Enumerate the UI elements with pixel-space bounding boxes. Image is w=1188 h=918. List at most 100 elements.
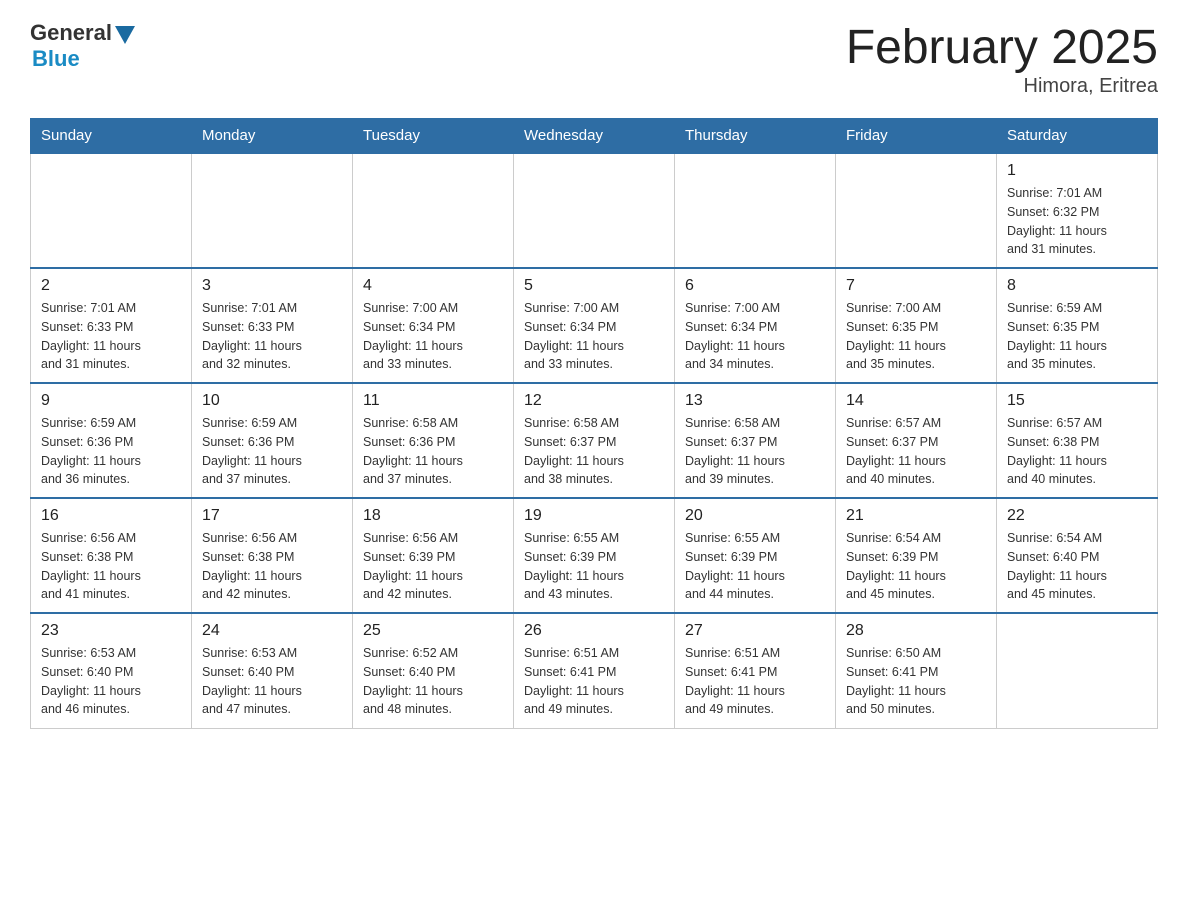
day-number: 21 [846,507,986,525]
day-info: Sunrise: 6:56 AM Sunset: 6:39 PM Dayligh… [363,529,503,604]
day-number: 28 [846,622,986,640]
calendar-cell [192,153,353,268]
week-row-1: 1 Sunrise: 7:01 AM Sunset: 6:32 PM Daylig… [31,153,1158,268]
day-number: 26 [524,622,664,640]
logo: General Blue [30,20,135,72]
day-info: Sunrise: 6:59 AM Sunset: 6:36 PM Dayligh… [41,414,181,489]
day-info: Sunrise: 6:56 AM Sunset: 6:38 PM Dayligh… [202,529,342,604]
month-title: February 2025 [846,20,1158,75]
calendar-cell: 23Sunrise: 6:53 AM Sunset: 6:40 PM Dayli… [31,613,192,728]
day-info: Sunrise: 6:56 AM Sunset: 6:38 PM Dayligh… [41,529,181,604]
day-info: Sunrise: 6:55 AM Sunset: 6:39 PM Dayligh… [524,529,664,604]
day-number: 16 [41,507,181,525]
day-number: 19 [524,507,664,525]
day-info: Sunrise: 7:01 AM Sunset: 6:33 PM Dayligh… [202,299,342,374]
day-info: Sunrise: 7:00 AM Sunset: 6:34 PM Dayligh… [524,299,664,374]
day-info: Sunrise: 7:01 AM Sunset: 6:33 PM Dayligh… [41,299,181,374]
day-info: Sunrise: 6:51 AM Sunset: 6:41 PM Dayligh… [685,644,825,719]
calendar-cell: 1 Sunrise: 7:01 AM Sunset: 6:32 PM Daylig… [997,153,1158,268]
day-number: 11 [363,392,503,410]
calendar-cell: 18 Sunrise: 6:56 AM Sunset: 6:39 PM Dayli… [353,498,514,613]
calendar-cell [836,153,997,268]
weekday-header-wednesday: Wednesday [514,119,675,154]
weekday-header-row: SundayMondayTuesdayWednesdayThursdayFrid… [31,119,1158,154]
calendar-cell [514,153,675,268]
day-number: 5 [524,277,664,295]
calendar-cell: 12 Sunrise: 6:58 AM Sunset: 6:37 PM Dayli… [514,383,675,498]
weekday-header-tuesday: Tuesday [353,119,514,154]
day-info: Sunrise: 7:00 AM Sunset: 6:34 PM Dayligh… [685,299,825,374]
week-row-2: 2 Sunrise: 7:01 AM Sunset: 6:33 PM Daylig… [31,268,1158,383]
day-info: Sunrise: 7:01 AM Sunset: 6:32 PM Dayligh… [1007,184,1147,259]
calendar-cell: 14 Sunrise: 6:57 AM Sunset: 6:37 PM Dayli… [836,383,997,498]
day-number: 4 [363,277,503,295]
day-number: 18 [363,507,503,525]
calendar-cell: 13 Sunrise: 6:58 AM Sunset: 6:37 PM Dayli… [675,383,836,498]
day-info: Sunrise: 6:58 AM Sunset: 6:37 PM Dayligh… [524,414,664,489]
day-number: 13 [685,392,825,410]
calendar-cell: 9 Sunrise: 6:59 AM Sunset: 6:36 PM Daylig… [31,383,192,498]
calendar-cell [31,153,192,268]
calendar-cell: 4 Sunrise: 7:00 AM Sunset: 6:34 PM Daylig… [353,268,514,383]
calendar-cell [997,613,1158,728]
calendar-cell: 24Sunrise: 6:53 AM Sunset: 6:40 PM Dayli… [192,613,353,728]
calendar-table: SundayMondayTuesdayWednesdayThursdayFrid… [30,118,1158,729]
day-info: Sunrise: 6:57 AM Sunset: 6:37 PM Dayligh… [846,414,986,489]
weekday-header-thursday: Thursday [675,119,836,154]
day-info: Sunrise: 6:50 AM Sunset: 6:41 PM Dayligh… [846,644,986,719]
day-number: 3 [202,277,342,295]
calendar-cell: 15 Sunrise: 6:57 AM Sunset: 6:38 PM Dayli… [997,383,1158,498]
day-number: 23 [41,622,181,640]
day-info: Sunrise: 6:55 AM Sunset: 6:39 PM Dayligh… [685,529,825,604]
day-number: 22 [1007,507,1147,525]
logo-triangle-icon [115,26,135,44]
calendar-cell: 7 Sunrise: 7:00 AM Sunset: 6:35 PM Daylig… [836,268,997,383]
calendar-cell: 10Sunrise: 6:59 AM Sunset: 6:36 PM Dayli… [192,383,353,498]
day-info: Sunrise: 6:59 AM Sunset: 6:36 PM Dayligh… [202,414,342,489]
day-info: Sunrise: 6:58 AM Sunset: 6:37 PM Dayligh… [685,414,825,489]
calendar-cell [675,153,836,268]
day-info: Sunrise: 6:53 AM Sunset: 6:40 PM Dayligh… [202,644,342,719]
calendar-cell: 20Sunrise: 6:55 AM Sunset: 6:39 PM Dayli… [675,498,836,613]
day-number: 1 [1007,162,1147,180]
calendar-cell: 16 Sunrise: 6:56 AM Sunset: 6:38 PM Dayli… [31,498,192,613]
week-row-4: 16 Sunrise: 6:56 AM Sunset: 6:38 PM Dayli… [31,498,1158,613]
day-info: Sunrise: 6:58 AM Sunset: 6:36 PM Dayligh… [363,414,503,489]
calendar-cell: 22 Sunrise: 6:54 AM Sunset: 6:40 PM Dayli… [997,498,1158,613]
calendar-cell: 5 Sunrise: 7:00 AM Sunset: 6:34 PM Daylig… [514,268,675,383]
calendar-cell: 21 Sunrise: 6:54 AM Sunset: 6:39 PM Dayli… [836,498,997,613]
calendar-cell [353,153,514,268]
page-header: General Blue February 2025 Himora, Eritr… [30,20,1158,98]
calendar-cell: 3 Sunrise: 7:01 AM Sunset: 6:33 PM Daylig… [192,268,353,383]
title-section: February 2025 Himora, Eritrea [846,20,1158,98]
day-number: 17 [202,507,342,525]
weekday-header-sunday: Sunday [31,119,192,154]
day-number: 9 [41,392,181,410]
logo-general-text: General [30,20,112,46]
calendar-cell: 2 Sunrise: 7:01 AM Sunset: 6:33 PM Daylig… [31,268,192,383]
day-info: Sunrise: 6:59 AM Sunset: 6:35 PM Dayligh… [1007,299,1147,374]
day-number: 25 [363,622,503,640]
day-info: Sunrise: 6:54 AM Sunset: 6:40 PM Dayligh… [1007,529,1147,604]
day-number: 7 [846,277,986,295]
day-info: Sunrise: 7:00 AM Sunset: 6:35 PM Dayligh… [846,299,986,374]
day-number: 14 [846,392,986,410]
location-label: Himora, Eritrea [846,75,1158,98]
day-info: Sunrise: 7:00 AM Sunset: 6:34 PM Dayligh… [363,299,503,374]
weekday-header-saturday: Saturday [997,119,1158,154]
weekday-header-monday: Monday [192,119,353,154]
day-number: 12 [524,392,664,410]
day-info: Sunrise: 6:57 AM Sunset: 6:38 PM Dayligh… [1007,414,1147,489]
calendar-cell: 8Sunrise: 6:59 AM Sunset: 6:35 PM Daylig… [997,268,1158,383]
day-info: Sunrise: 6:54 AM Sunset: 6:39 PM Dayligh… [846,529,986,604]
calendar-cell: 27Sunrise: 6:51 AM Sunset: 6:41 PM Dayli… [675,613,836,728]
day-info: Sunrise: 6:52 AM Sunset: 6:40 PM Dayligh… [363,644,503,719]
calendar-cell: 17 Sunrise: 6:56 AM Sunset: 6:38 PM Dayli… [192,498,353,613]
week-row-3: 9 Sunrise: 6:59 AM Sunset: 6:36 PM Daylig… [31,383,1158,498]
weekday-header-friday: Friday [836,119,997,154]
calendar-cell: 11 Sunrise: 6:58 AM Sunset: 6:36 PM Dayli… [353,383,514,498]
day-number: 2 [41,277,181,295]
calendar-cell: 28 Sunrise: 6:50 AM Sunset: 6:41 PM Dayli… [836,613,997,728]
day-number: 15 [1007,392,1147,410]
logo-blue-text: Blue [32,46,80,72]
